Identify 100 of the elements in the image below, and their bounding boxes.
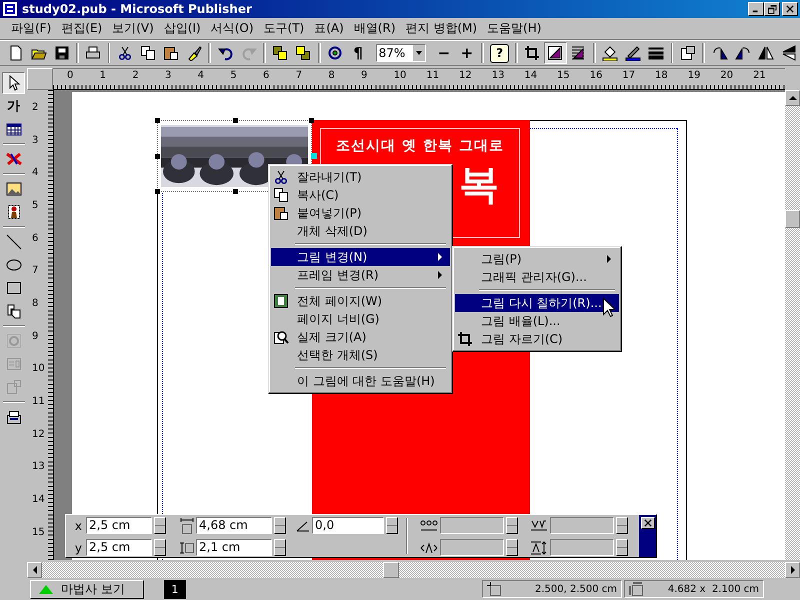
scaling-field[interactable] [440, 539, 504, 556]
menu-item[interactable]: 그림 다시 칠하기(R)... [455, 294, 619, 312]
spinner[interactable] [506, 517, 518, 534]
undo-icon [218, 45, 234, 61]
ruler-number: 15 [32, 526, 45, 539]
spinner[interactable] [274, 517, 286, 534]
spinner[interactable] [154, 517, 166, 534]
spinner[interactable] [154, 539, 166, 556]
menu-item[interactable]: 전체 페이지(W) [271, 292, 450, 310]
selection-handle[interactable] [233, 189, 238, 194]
menu-item[interactable]: 삽입(I) [158, 20, 206, 37]
menu-item[interactable]: 그래픽 관리자(G)... [455, 268, 619, 286]
selection-handle[interactable] [309, 118, 314, 123]
selection-handle[interactable] [155, 118, 160, 123]
picture-frame-icon [6, 181, 22, 197]
menu-item[interactable]: 그림 자르기(C) [455, 330, 619, 348]
spinner[interactable] [506, 539, 518, 556]
page-indicator[interactable]: 1 [164, 580, 186, 598]
whole-page-icon [273, 293, 289, 309]
form-button-icon [6, 333, 22, 349]
menu-item[interactable]: 이 그림에 대한 도움말(H) [271, 372, 450, 390]
ruler-number: 11 [426, 70, 440, 82]
ruler-number: 5 [32, 200, 38, 212]
paste-icon [162, 45, 179, 61]
pointer-tool[interactable] [2, 72, 25, 94]
menu-item[interactable]: 도구(T) [258, 20, 310, 37]
copy-icon [273, 187, 289, 203]
print-icon [85, 45, 102, 61]
ruler-number: 2 [132, 70, 139, 82]
scroll-up-button[interactable] [785, 90, 800, 106]
menu-item[interactable]: 프레임 변경(R) [271, 266, 450, 284]
vertical-scrollbar[interactable] [785, 90, 800, 560]
close-button[interactable] [782, 2, 798, 16]
menu-item[interactable]: 그림(P) [455, 250, 619, 268]
wrap-frame-button[interactable] [544, 42, 567, 64]
scroll-thumb[interactable] [383, 562, 399, 578]
menu-item[interactable]: 서식(O) [206, 20, 259, 37]
spinner[interactable] [274, 539, 286, 556]
ruler-number: 5 [230, 70, 237, 82]
clip-art-icon [6, 204, 22, 220]
menu-item[interactable]: 개체 삭제(D) [271, 222, 450, 240]
ruler-number: 8 [32, 298, 38, 310]
menu-item[interactable]: 선택한 개체(S) [271, 346, 450, 364]
position-icon [487, 582, 501, 596]
selection-handle[interactable] [155, 154, 160, 159]
wizard-button[interactable]: 마법사 보기 [30, 580, 144, 598]
rotation-field[interactable]: 0,0 [312, 517, 384, 534]
rotate-icon [327, 45, 344, 61]
selection-handle[interactable] [233, 118, 238, 123]
minimize-button[interactable] [748, 2, 764, 16]
height-field[interactable]: 2,1 cm [196, 539, 272, 556]
redo-icon [240, 45, 257, 61]
kerning-field[interactable] [550, 517, 614, 534]
close-button[interactable] [640, 517, 654, 529]
menu-item[interactable]: 편집(E) [56, 20, 108, 37]
spinner[interactable] [616, 539, 628, 556]
help-button[interactable]: ? [490, 44, 510, 62]
menu-item[interactable]: 보기(V) [107, 20, 159, 37]
copy-icon [140, 45, 156, 61]
menu-item[interactable]: 표(A) [309, 20, 349, 37]
width-field[interactable]: 4,68 cm [196, 517, 272, 534]
app-icon [2, 1, 18, 17]
menu-item[interactable]: 그림 변경(N) [271, 248, 450, 266]
menu-item[interactable]: 파일(F) [6, 20, 56, 37]
scroll-left-button[interactable] [27, 562, 42, 578]
scroll-right-button[interactable] [785, 562, 800, 578]
horizontal-scrollbar[interactable] [27, 562, 800, 578]
toolbar-title-bar[interactable] [639, 515, 656, 557]
tracking-icon [420, 518, 438, 532]
menu-item[interactable]: 페이지 너비(G) [271, 310, 450, 328]
crop-icon [524, 45, 540, 61]
y-field[interactable]: 2,5 cm [86, 539, 152, 556]
menu-item[interactable]: 붙여넣기(P) [271, 204, 450, 222]
menu-item[interactable]: 잘라내기(T) [271, 168, 450, 186]
custom-shape-icon [6, 303, 22, 319]
rotation-handle[interactable] [311, 153, 317, 159]
x-field[interactable]: 2,5 cm [86, 517, 152, 534]
spinner[interactable] [616, 517, 628, 534]
zoom-combo[interactable]: 87% [376, 44, 426, 62]
right-arrow-icon [788, 566, 796, 574]
menu-item[interactable]: 도움말(H) [482, 20, 546, 37]
tracking-field[interactable] [440, 517, 504, 534]
horizontal-ruler[interactable]: 0 1 2 3 4 5 6 7 8 9 10 11 12 13 14 15 16 17 18 19 20 21 [53, 68, 785, 90]
restore-button[interactable] [764, 2, 780, 16]
properties-icon [680, 45, 696, 61]
ruler-number: 10 [394, 70, 406, 82]
menu-item[interactable]: 편지 병합(M) [400, 20, 482, 37]
ruler-number: 16 [590, 70, 602, 82]
menu-item[interactable]: 배열(R) [348, 20, 400, 37]
menu-item[interactable]: 실제 크기(A) [271, 328, 450, 346]
menu-item[interactable]: 복사(C) [271, 186, 450, 204]
ruler-corner[interactable] [27, 68, 53, 90]
height-icon [180, 540, 194, 556]
menu-item[interactable]: 그림 배율(L)... [455, 312, 619, 330]
spinner[interactable] [386, 517, 398, 534]
restore-icon [768, 4, 776, 14]
scroll-thumb[interactable] [785, 210, 800, 228]
line-spacing-field[interactable] [550, 539, 614, 556]
selection-handle[interactable] [155, 189, 160, 194]
table-icon [6, 121, 22, 137]
